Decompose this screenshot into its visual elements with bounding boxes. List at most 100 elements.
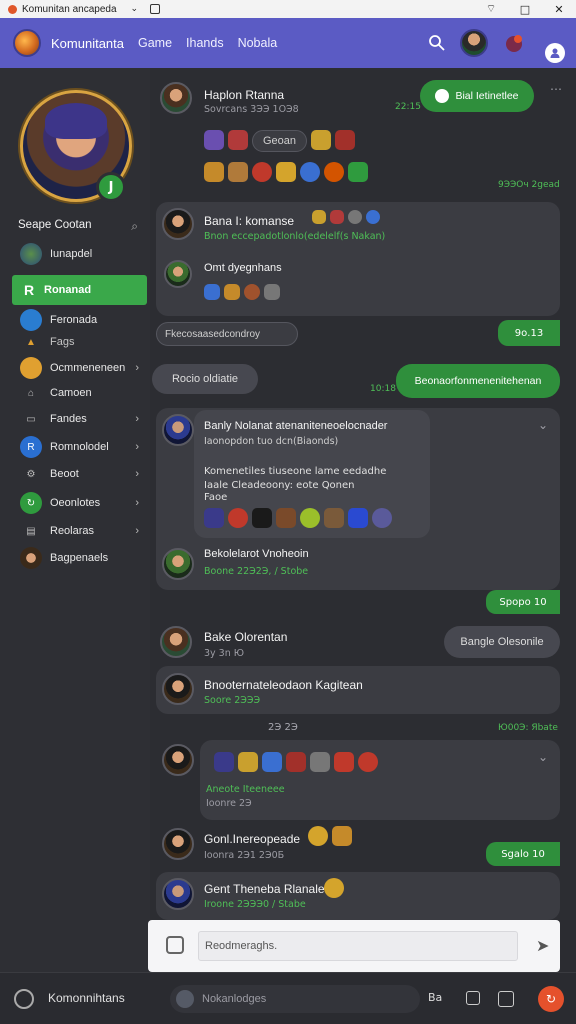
avatar[interactable] xyxy=(160,626,192,658)
home-icon: ⌂ xyxy=(27,387,35,399)
reaction-chip[interactable]: Fkecosaasedcondroy xyxy=(156,322,298,346)
sidebar-item-oeonlotes[interactable]: ↻ Oeonlotes › xyxy=(20,491,145,515)
emote-icon[interactable] xyxy=(324,508,344,528)
book-icon: ▤ xyxy=(26,525,36,537)
emote-icon[interactable] xyxy=(358,752,378,772)
emote-icon[interactable] xyxy=(330,210,344,224)
bottom-text-button[interactable]: Ba xyxy=(428,991,442,1004)
chevron-down-icon[interactable]: ⌄ xyxy=(131,4,139,14)
maximize-button[interactable]: □ xyxy=(508,3,542,16)
avatar[interactable] xyxy=(162,878,194,910)
sidebar-search[interactable]: Seape Cootan ⌕ xyxy=(18,219,138,234)
search-icon[interactable]: ⌕ xyxy=(131,219,138,234)
emote-icon[interactable] xyxy=(286,752,306,772)
sidebar-item-ocmmeneneen[interactable]: Ocmmeneneen › xyxy=(20,356,145,380)
nav-ihands[interactable]: Ihands xyxy=(186,36,224,50)
emote-icon[interactable] xyxy=(204,162,224,182)
system-chip[interactable]: Rocio oldiatie xyxy=(152,364,258,394)
sent-time: 9о.13 xyxy=(514,327,544,339)
emote-icon[interactable] xyxy=(324,162,344,182)
emote-icon[interactable] xyxy=(372,508,392,528)
nav-nobala[interactable]: Nobala xyxy=(238,36,278,50)
emote-icon[interactable] xyxy=(224,284,240,300)
user-avatar[interactable] xyxy=(460,29,488,57)
avatar[interactable] xyxy=(176,990,194,1008)
attach-icon[interactable] xyxy=(166,936,184,954)
emote-icon[interactable] xyxy=(312,210,326,224)
emote-icon[interactable] xyxy=(308,826,328,846)
sticker-icon[interactable] xyxy=(498,991,514,1007)
os-titlebar: Komunitan ancapeda ⌄ ⌔ □ ✕ xyxy=(0,0,576,18)
sidebar-item-romnolodel[interactable]: R Romnolodel › xyxy=(20,435,145,459)
avatar[interactable] xyxy=(162,673,194,705)
chat-bubble-icon xyxy=(435,89,450,103)
emote-icon[interactable] xyxy=(348,508,368,528)
emote-icon[interactable] xyxy=(300,508,320,528)
sidebar-item-feronada[interactable]: Feronada xyxy=(20,308,145,332)
sidebar-item-iunapdel[interactable]: Iunapdel xyxy=(20,242,145,266)
emote-icon[interactable] xyxy=(204,130,224,150)
emote-icon[interactable] xyxy=(335,130,356,150)
emote-icon[interactable] xyxy=(228,162,248,182)
sidebar-item-reolaras[interactable]: ▤ Reolaras › xyxy=(20,519,145,543)
chevron-down-icon[interactable]: ⌄ xyxy=(538,750,548,764)
emote-icon[interactable] xyxy=(332,826,352,846)
sidebar-item-ronanad[interactable]: R Ronanad xyxy=(12,275,147,305)
emote-icon[interactable] xyxy=(228,130,248,150)
avatar[interactable] xyxy=(162,414,194,446)
avatar[interactable] xyxy=(162,208,194,240)
emote-icon[interactable] xyxy=(311,130,332,150)
home-icon[interactable] xyxy=(14,989,34,1009)
sidebar-item-beoot[interactable]: ⚙ Beoot › xyxy=(20,462,145,486)
emote-icon[interactable] xyxy=(252,162,272,182)
emote-label[interactable]: Geoan xyxy=(252,130,308,152)
emote-row: Geoan xyxy=(204,130,356,152)
emote-icon[interactable] xyxy=(262,752,282,772)
window-icon[interactable] xyxy=(150,4,161,14)
chevron-down-icon[interactable]: ⌄ xyxy=(538,418,548,432)
close-button[interactable]: ✕ xyxy=(542,3,576,16)
emote-icon[interactable] xyxy=(348,162,368,182)
emote-icon[interactable] xyxy=(348,210,362,224)
emote-icon[interactable] xyxy=(204,284,220,300)
emote-icon[interactable] xyxy=(300,162,320,182)
emote-icon[interactable] xyxy=(366,210,380,224)
emote-icon[interactable] xyxy=(228,508,248,528)
profile-icon[interactable] xyxy=(545,43,565,63)
brand-title[interactable]: Komunitanta xyxy=(51,36,124,51)
emote-icon[interactable] xyxy=(264,284,280,300)
search-icon[interactable] xyxy=(428,34,446,52)
message-input[interactable]: Reodmeraghs. xyxy=(198,931,518,961)
top-action-pill[interactable]: Bial Ietinetlee xyxy=(420,80,534,112)
emote-icon[interactable] xyxy=(334,752,354,772)
app-logo[interactable] xyxy=(13,29,41,57)
status-badge[interactable]: J xyxy=(96,172,126,202)
emote-icon[interactable] xyxy=(214,752,234,772)
more-icon[interactable]: ⋯ xyxy=(550,82,562,96)
notification-icon[interactable] xyxy=(503,32,525,54)
emote-icon[interactable] xyxy=(324,878,344,898)
emote-icon[interactable] xyxy=(276,508,296,528)
emote-icon[interactable] xyxy=(276,162,296,182)
sidebar-item-fags[interactable]: ▲ Fags xyxy=(20,330,145,354)
avatar[interactable] xyxy=(160,82,192,114)
send-icon[interactable]: ➤ xyxy=(536,936,549,955)
system-action-pill[interactable]: Beonaorfonmenenitehenan xyxy=(396,364,560,398)
sidebar-item-fandes[interactable]: ▭ Fandes › xyxy=(20,407,145,431)
reply-pill[interactable]: Bangle Olesonile xyxy=(444,626,560,658)
sidebar-item-camoen[interactable]: ⌂ Camoen xyxy=(20,381,145,405)
image-icon[interactable] xyxy=(466,991,480,1005)
refresh-icon[interactable]: ↻ xyxy=(538,986,564,1012)
avatar[interactable] xyxy=(162,744,194,776)
sidebar-item-bagpenaels[interactable]: Bagpenaels xyxy=(20,546,145,570)
emote-icon[interactable] xyxy=(310,752,330,772)
nav-game[interactable]: Game xyxy=(138,36,172,50)
avatar[interactable] xyxy=(164,260,192,288)
avatar[interactable] xyxy=(162,828,194,860)
emote-icon[interactable] xyxy=(252,508,272,528)
emote-icon[interactable] xyxy=(244,284,260,300)
emote-icon[interactable] xyxy=(204,508,224,528)
emote-icon[interactable] xyxy=(238,752,258,772)
avatar[interactable] xyxy=(162,548,194,580)
bottom-search-input[interactable]: Nokanlodges xyxy=(170,985,420,1013)
